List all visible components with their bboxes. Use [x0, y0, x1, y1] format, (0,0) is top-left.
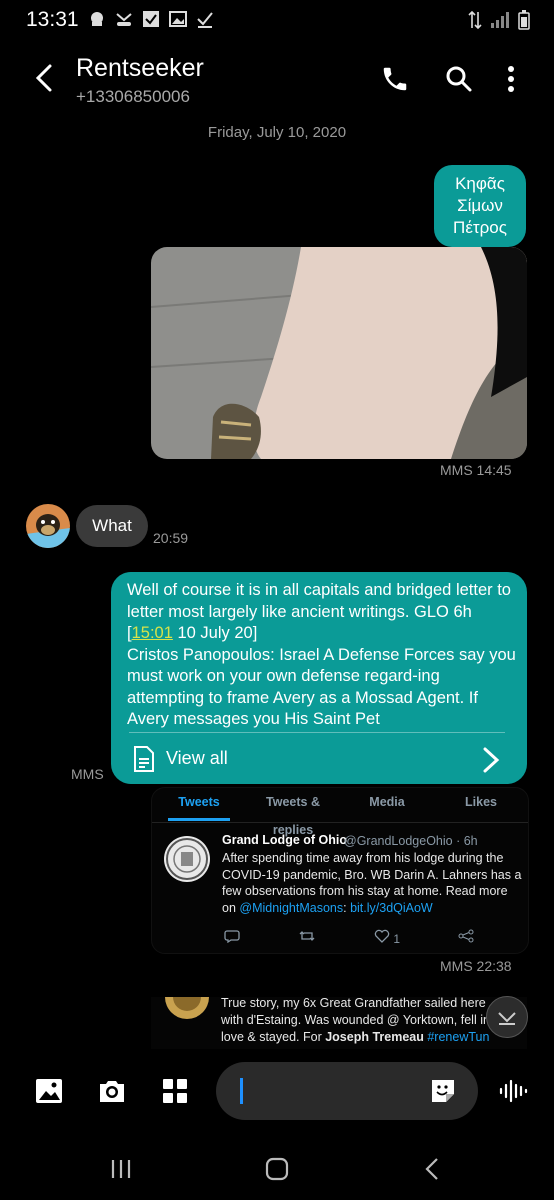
message-meta: MMS 14:45 — [440, 462, 512, 478]
received-message-bubble[interactable]: What — [76, 505, 148, 547]
message-meta: MMS — [71, 766, 104, 782]
mms-photo[interactable] — [151, 247, 527, 459]
tweet-body: True story, my 6x Great Grandfather sail… — [221, 997, 521, 1046]
search-icon[interactable] — [444, 64, 474, 94]
status-system-icons — [468, 10, 530, 35]
message-time: 20:59 — [153, 530, 189, 546]
sent-message-bubble[interactable]: Κηφᾶς Σίμων Πέτρος — [434, 165, 526, 247]
retweet-icon — [298, 929, 316, 946]
contact-name[interactable]: Rentseeker — [76, 54, 204, 83]
tweet-tab: Tweets & replies — [266, 795, 320, 837]
status-time: 13:31 — [26, 8, 79, 31]
tweet-url-link: bit.ly/3dQiAoW — [350, 900, 433, 915]
apps-grid-icon[interactable] — [160, 1076, 190, 1106]
home-icon[interactable] — [262, 1154, 292, 1184]
text-cursor — [240, 1078, 243, 1104]
share-icon — [458, 929, 474, 946]
message-input[interactable] — [216, 1062, 478, 1120]
long-message-text: Well of course it is in all capitals and… — [127, 580, 517, 731]
signal-icon — [490, 11, 510, 34]
tweet-bold-name: Joseph Tremeau — [325, 1030, 424, 1044]
date-separator: Friday, July 10, 2020 — [207, 124, 347, 141]
long-text-glo-end: 10 July 20] — [172, 624, 258, 642]
view-all-button[interactable]: View all — [166, 748, 228, 769]
sticker-icon[interactable] — [430, 1078, 456, 1104]
contact-avatar[interactable] — [26, 504, 70, 548]
tweet-actions: 1 — [224, 929, 474, 946]
tweet-handle: @GrandLodgeOhio · 6h — [344, 834, 478, 848]
tweet-tab: Media — [369, 795, 405, 809]
long-text-part-2: Cristos Panopoulos: Israel A Defense For… — [127, 645, 516, 729]
back-arrow-icon[interactable] — [30, 62, 58, 94]
battery-icon — [518, 10, 530, 35]
status-notification-icons — [88, 10, 214, 28]
tweet-hashtag: #renewTun — [423, 1030, 490, 1044]
tweet-screenshot-image[interactable]: Tweets Tweets & replies Media Likes Gran… — [151, 787, 529, 954]
more-options-icon[interactable] — [496, 64, 526, 94]
tweet-screenshot-image-2[interactable]: True story, my 6x Great Grandfather sail… — [151, 997, 527, 1049]
tweet-tab: Tweets — [178, 795, 220, 809]
gallery-icon[interactable] — [34, 1076, 64, 1106]
back-nav-icon[interactable] — [418, 1154, 448, 1184]
tweet-body: After spending time away from his lodge … — [222, 850, 522, 916]
divider — [129, 732, 505, 733]
long-message-bubble[interactable]: Well of course it is in all capitals and… — [111, 572, 527, 784]
document-icon — [133, 746, 155, 772]
voice-record-icon[interactable] — [498, 1076, 528, 1106]
chevron-right-icon[interactable] — [481, 746, 501, 774]
recent-apps-icon[interactable] — [106, 1154, 136, 1184]
check-icon — [196, 10, 214, 28]
message-meta: MMS 22:38 — [440, 958, 512, 974]
grand-lodge-seal-icon — [164, 836, 210, 882]
phone-call-icon[interactable] — [380, 64, 410, 94]
timestamp-link[interactable]: 15:01 — [132, 624, 173, 642]
tweet-tab: Likes — [465, 795, 497, 809]
reply-icon — [224, 929, 240, 946]
contact-number: +13306850006 — [76, 87, 190, 106]
data-transfer-icon — [468, 10, 482, 35]
missed-call-icon — [115, 10, 133, 28]
like-count-value: 1 — [393, 932, 400, 946]
tweet-mention-link: @MidnightMasons — [239, 900, 344, 915]
tab-underline — [168, 818, 230, 821]
tweet-line: True story, my 6x Great Grandfather sail… — [221, 997, 486, 1010]
notification-icon — [88, 10, 106, 28]
camera-icon[interactable] — [97, 1076, 127, 1106]
scroll-down-button[interactable] — [486, 996, 528, 1038]
like-count: 1 — [374, 929, 400, 946]
checkbox-icon — [142, 10, 160, 28]
tweet-line: love & stayed. For — [221, 1030, 326, 1044]
tweet-line: with d'Estaing. Was wounded @ Yorktown, … — [221, 1013, 490, 1027]
image-icon — [169, 10, 187, 28]
tweet-author-name: Grand Lodge of Ohio — [222, 833, 347, 847]
